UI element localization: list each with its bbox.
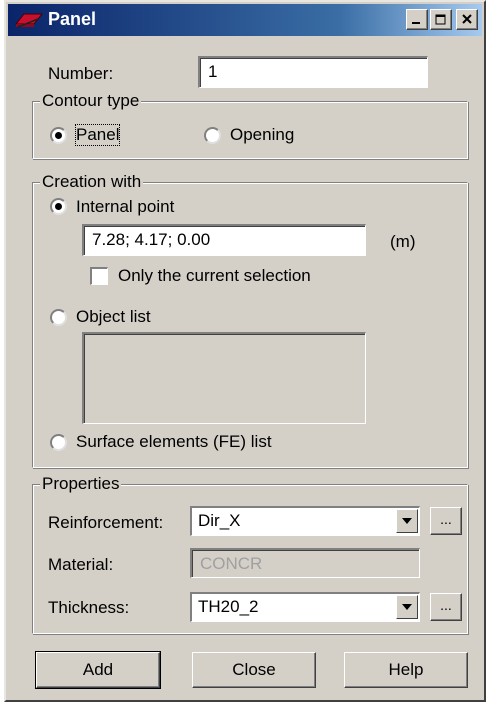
thickness-value: TH20_2 — [198, 597, 259, 616]
only-current-selection-label[interactable]: Only the current selection — [118, 266, 311, 286]
only-current-selection-checkbox[interactable] — [90, 267, 108, 285]
minimize-button[interactable] — [406, 9, 428, 30]
opening-radio-label[interactable]: Opening — [230, 125, 294, 145]
reinforcement-label: Reinforcement: — [48, 513, 164, 532]
panel-app-icon — [14, 10, 44, 35]
close-button[interactable] — [456, 9, 478, 30]
close-dialog-button[interactable]: Close — [192, 652, 316, 688]
add-button[interactable]: Add — [35, 651, 161, 689]
maximize-icon — [435, 14, 446, 25]
opening-radio[interactable] — [204, 127, 221, 144]
creation-with-title: Creation with — [40, 172, 144, 192]
internal-point-coordinates-field[interactable]: 7.28; 4.17; 0.00 — [82, 224, 366, 256]
minimize-icon — [412, 21, 420, 24]
help-button[interactable]: Help — [344, 652, 468, 688]
panel-radio[interactable] — [50, 127, 67, 144]
panel-dialog: Panel Number: 1 Contour type Panel Openi… — [4, 0, 486, 702]
object-list-radio[interactable] — [50, 309, 67, 326]
chevron-down-icon — [402, 518, 412, 524]
properties-title: Properties — [40, 474, 122, 494]
material-label: Material: — [48, 555, 114, 574]
thickness-more-button[interactable]: ... — [430, 593, 462, 621]
reinforcement-more-button[interactable]: ... — [430, 507, 462, 535]
reinforcement-select[interactable]: Dir_X — [190, 506, 420, 536]
number-label: Number: — [48, 64, 114, 83]
object-list-box[interactable] — [82, 332, 366, 424]
material-field: CONCR — [190, 548, 420, 578]
contour-type-title: Contour type — [40, 91, 142, 111]
chevron-down-icon — [402, 604, 412, 610]
maximize-button[interactable] — [430, 9, 452, 30]
panel-radio-label[interactable]: Panel — [74, 124, 121, 146]
title-bar[interactable]: Panel — [8, 4, 482, 36]
reinforcement-value: Dir_X — [198, 511, 241, 530]
thickness-select[interactable]: TH20_2 — [190, 592, 420, 622]
number-field[interactable]: 1 — [198, 56, 428, 88]
window-title: Panel — [48, 9, 97, 29]
internal-point-label[interactable]: Internal point — [76, 197, 174, 217]
reinforcement-dropdown-button[interactable] — [396, 509, 418, 533]
surface-elements-radio[interactable] — [50, 434, 67, 451]
surface-elements-label[interactable]: Surface elements (FE) list — [76, 432, 272, 452]
thickness-dropdown-button[interactable] — [396, 595, 418, 619]
thickness-label: Thickness: — [48, 598, 130, 617]
object-list-label[interactable]: Object list — [76, 307, 151, 327]
close-icon — [462, 14, 472, 24]
internal-point-radio[interactable] — [50, 198, 67, 215]
unit-label: (m) — [390, 232, 416, 251]
